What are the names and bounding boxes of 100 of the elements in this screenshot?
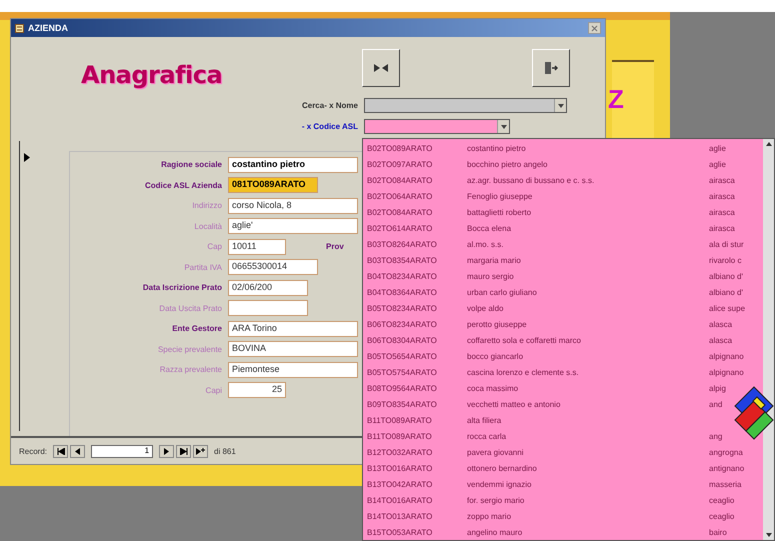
list-cell[interactable]: B06TO8234ARATO [363, 320, 467, 328]
list-cell[interactable]: vendemmi ignazio [467, 480, 709, 488]
list-cell[interactable]: aglie [709, 160, 726, 168]
list-cell[interactable]: alpig [709, 384, 726, 392]
list-cell[interactable]: B02TO614ARATO [363, 224, 467, 232]
input-field[interactable]: 081TO089ARATO [228, 177, 318, 194]
last-record-button[interactable] [176, 444, 192, 458]
list-cell[interactable]: alasca [709, 320, 732, 328]
list-cell[interactable]: rivarolo c [709, 256, 742, 264]
record-number-field[interactable]: 1 [91, 444, 154, 458]
list-cell[interactable]: B04TO8364ARATO [363, 288, 467, 296]
input-field[interactable]: 02/06/200 [228, 280, 308, 296]
list-cell[interactable]: az.agr. bussano di bussano e c. s.s. [467, 176, 709, 184]
list-cell[interactable]: cascina lorenzo e clemente s.s. [467, 368, 709, 376]
list-cell[interactable]: urban carlo giuliano [467, 288, 709, 296]
exit-button[interactable] [532, 49, 570, 87]
list-cell[interactable]: B13TO016ARATO [363, 464, 467, 472]
input-field[interactable]: 25 [228, 382, 286, 398]
list-cell[interactable]: Fenoglio giuseppe [467, 192, 709, 200]
list-cell[interactable]: margaria mario [467, 256, 709, 264]
list-cell[interactable]: albiano d' [709, 288, 743, 296]
list-cell[interactable]: B15TO053ARATO [363, 528, 467, 536]
list-cell[interactable]: B05TO5754ARATO [363, 368, 467, 376]
list-cell[interactable]: mauro sergio [467, 272, 709, 280]
list-cell[interactable]: B03TO8264ARATO [363, 240, 467, 248]
list-cell[interactable]: alpignano [709, 368, 744, 376]
list-cell[interactable]: angelino mauro [467, 528, 709, 536]
list-cell[interactable]: coca massimo [467, 384, 709, 392]
list-cell[interactable]: B03TO8354ARATO [363, 256, 467, 264]
list-cell[interactable]: B09TO8354ARATO [363, 400, 467, 408]
new-record-button[interactable] [193, 444, 208, 458]
list-cell[interactable]: B02TO089ARATO [363, 144, 467, 152]
input-field[interactable]: Piemontese [228, 362, 358, 378]
list-cell[interactable]: alice supe [709, 304, 746, 312]
scroll-down-icon[interactable] [766, 533, 772, 537]
scroll-up-icon[interactable] [766, 142, 772, 146]
list-cell[interactable]: ottonero bernardino [467, 464, 709, 472]
list-cell[interactable]: B11TO089ARATO [363, 416, 467, 424]
list-cell[interactable]: bocchino pietro angelo [467, 160, 709, 168]
list-cell[interactable]: coffaretto sola e coffaretti marco [467, 336, 709, 344]
list-cell[interactable]: costantino pietro [467, 144, 709, 152]
input-field[interactable]: 10011 [228, 238, 286, 255]
list-cell[interactable]: angrogna [709, 448, 743, 456]
list-cell[interactable]: and [709, 400, 722, 408]
list-cell[interactable]: B11TO089ARATO [363, 432, 467, 440]
list-cell[interactable]: albiano d' [709, 272, 743, 280]
first-record-button[interactable] [53, 444, 68, 458]
list-cell[interactable]: B14TO016ARATO [363, 496, 467, 504]
list-cell[interactable]: airasca [709, 192, 735, 200]
list-cell[interactable]: B13TO042ARATO [363, 480, 467, 488]
list-cell[interactable]: B05TO8234ARATO [363, 304, 467, 312]
transfer-button[interactable] [362, 49, 400, 87]
list-cell[interactable]: perotto giuseppe [467, 320, 709, 328]
list-cell[interactable]: volpe aldo [467, 304, 709, 312]
list-cell[interactable]: masseria [709, 480, 742, 488]
list-cell[interactable]: airasca [709, 176, 735, 184]
list-cell[interactable]: pavera giovanni [467, 448, 709, 456]
input-field[interactable]: costantino pietro [228, 156, 358, 173]
list-cell[interactable]: Bocca elena [467, 224, 709, 232]
list-cell[interactable]: ala di stur [709, 240, 744, 248]
list-cell[interactable]: bocco giancarlo [467, 352, 709, 360]
input-field[interactable]: corso Nicola, 8 [228, 198, 358, 214]
list-cell[interactable]: B04TO8234ARATO [363, 272, 467, 280]
list-cell[interactable]: bairo [709, 528, 727, 536]
scrollbar[interactable] [763, 139, 774, 540]
input-field[interactable]: ARA Torino [228, 320, 358, 337]
list-cell[interactable]: B02TO084ARATO [363, 208, 467, 216]
list-cell[interactable]: zoppo mario [467, 512, 709, 520]
list-cell[interactable]: B06TO8304ARATO [363, 336, 467, 344]
previous-record-button[interactable] [70, 444, 86, 458]
search-combo[interactable] [364, 119, 510, 134]
list-cell[interactable]: ceaglio [709, 512, 734, 520]
input-field[interactable]: BOVINA [228, 341, 358, 358]
list-cell[interactable]: B02TO064ARATO [363, 192, 467, 200]
search-combo[interactable] [364, 98, 567, 113]
input-field[interactable] [228, 300, 308, 316]
list-cell[interactable]: B02TO084ARATO [363, 176, 467, 184]
list-cell[interactable]: B08TO9564ARATO [363, 384, 467, 392]
list-cell[interactable]: aglie [709, 144, 726, 152]
list-cell[interactable]: alpignano [709, 352, 744, 360]
list-cell[interactable]: alasca [709, 336, 732, 344]
list-cell[interactable]: ang [709, 432, 722, 440]
list-cell[interactable]: alta filiera [467, 416, 709, 424]
list-cell[interactable]: airasca [709, 208, 735, 216]
next-record-button[interactable] [159, 444, 174, 458]
list-cell[interactable]: al.mo. s.s. [467, 240, 709, 248]
list-cell[interactable]: B02TO097ARATO [363, 160, 467, 168]
close-button[interactable] [588, 22, 601, 34]
list-cell[interactable]: B05TO5654ARATO [363, 352, 467, 360]
list-cell[interactable]: rocca carla [467, 432, 709, 440]
list-cell[interactable]: antignano [709, 464, 744, 472]
list-cell[interactable]: airasca [709, 224, 735, 232]
list-cell[interactable]: battaglietti roberto [467, 208, 709, 216]
input-field[interactable]: aglie' [228, 218, 358, 234]
list-cell[interactable]: vecchetti matteo e antonio [467, 400, 709, 408]
list-cell[interactable]: for. sergio mario [467, 496, 709, 504]
list-cell[interactable]: B12TO032ARATO [363, 448, 467, 456]
input-field[interactable]: 06655300014 [228, 259, 318, 276]
list-cell[interactable]: B14TO013ARATO [363, 512, 467, 520]
list-cell[interactable]: ceaglio [709, 496, 734, 504]
